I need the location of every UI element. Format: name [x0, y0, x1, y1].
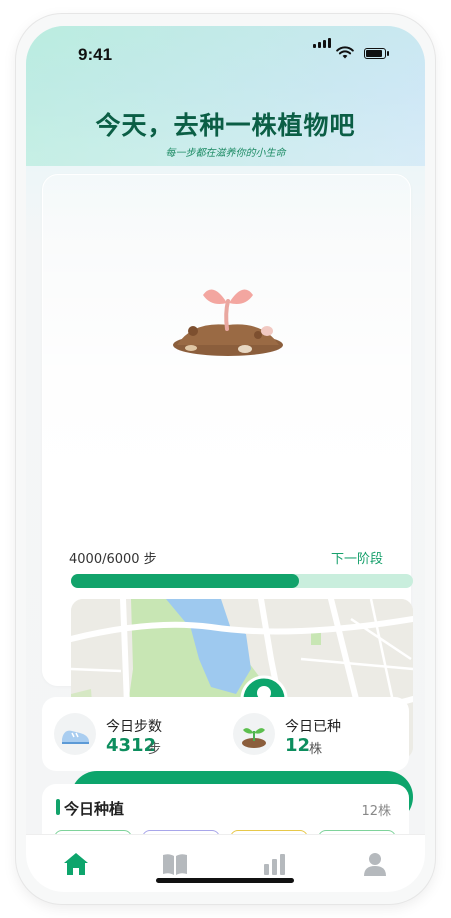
app-screen: 9:41 今天，去种一株植物吧 每一步都在滋养你的小生命 4000/6000 步… [26, 26, 425, 892]
status-bar: 9:41 [26, 26, 425, 76]
planted-section-title: 今日种植 [64, 800, 125, 818]
sprout-illustration [173, 289, 283, 356]
section-marker [56, 799, 60, 815]
stats-card: 今日步数 4312 步 今日已种 12 株 [42, 697, 409, 771]
steps-unit: 步 [148, 742, 162, 757]
step-progress-bar [71, 574, 413, 588]
step-progress-fill [71, 574, 299, 588]
status-time: 9:41 [78, 45, 113, 64]
tab-bar [26, 834, 425, 892]
page-title: 今天，去种一株植物吧 [95, 111, 356, 140]
profile-icon[interactable] [360, 849, 390, 879]
stats-icon[interactable] [260, 849, 290, 879]
walk-card: 4000/6000 步 下一阶段 [42, 174, 413, 823]
planted-section-count: 12株 [361, 804, 391, 819]
phone-frame: 9:41 今天，去种一株植物吧 每一步都在滋养你的小生命 4000/6000 步… [16, 14, 435, 904]
planted-value: 12 [285, 735, 311, 756]
steps-label: 今日步数 [106, 719, 162, 735]
wifi-icon [336, 46, 354, 59]
battery-icon [364, 48, 389, 59]
step-progress-text: 4000/6000 步 [69, 552, 157, 567]
next-stage-link[interactable]: 下一阶段 [331, 548, 383, 567]
sneaker-icon [54, 713, 96, 755]
page-subtitle: 每一步都在滋养你的小生命 [165, 148, 286, 159]
seedling-icon [233, 713, 275, 755]
book-icon[interactable] [160, 849, 190, 879]
planted-unit: 株 [309, 742, 323, 757]
home-indicator [156, 878, 294, 883]
home-icon[interactable] [61, 849, 91, 879]
planted-label: 今日已种 [285, 719, 341, 735]
